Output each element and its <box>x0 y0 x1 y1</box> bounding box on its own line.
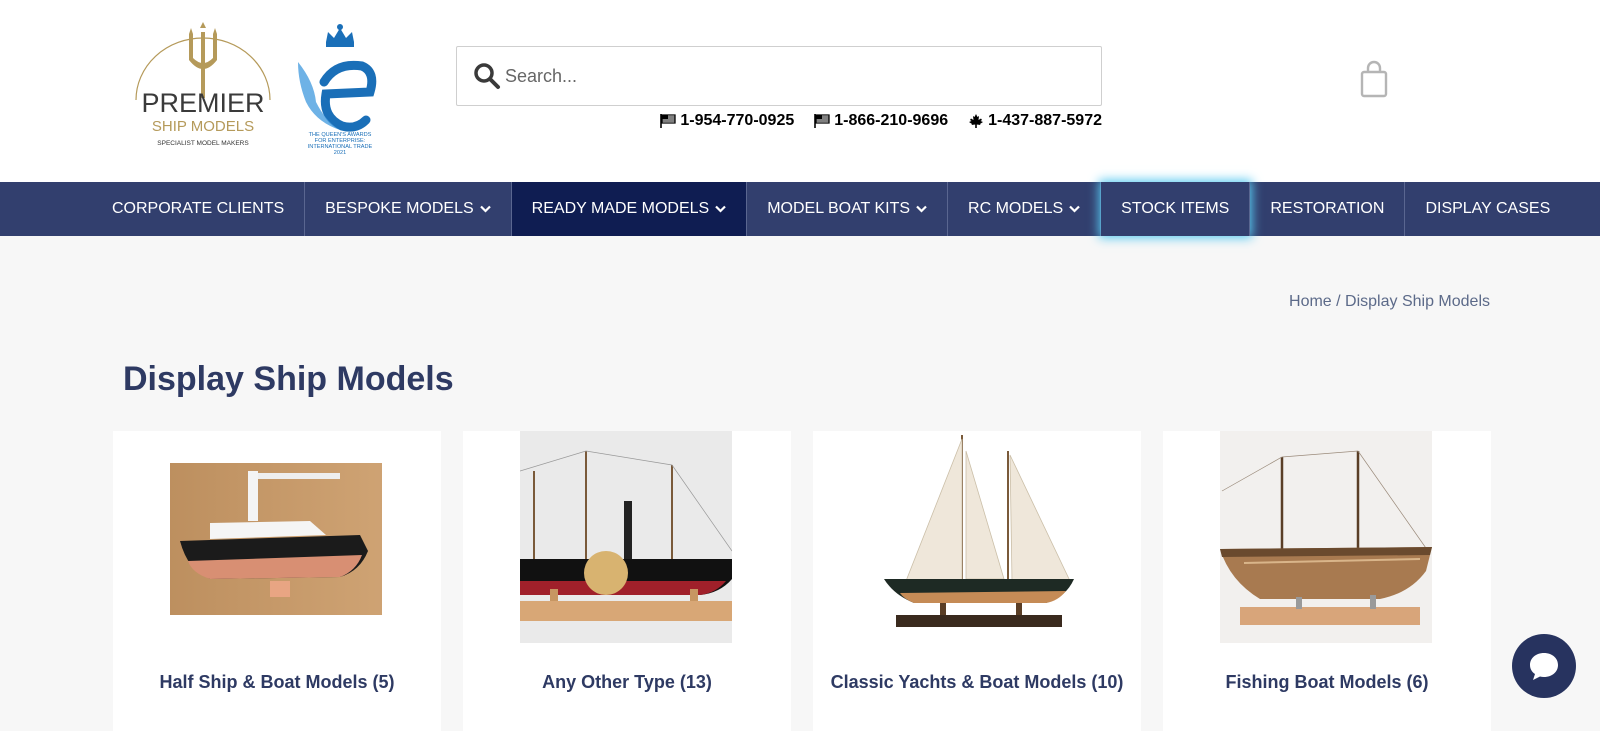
brand-tagline: SPECIALIST MODEL MAKERS <box>157 140 249 147</box>
nav-display-cases[interactable]: DISPLAY CASES <box>1405 182 1570 236</box>
chat-bubble-icon <box>1530 653 1558 680</box>
us-flag-icon <box>814 114 830 128</box>
nav-corporate-clients[interactable]: CORPORATE CLIENTS <box>92 182 306 236</box>
search-input[interactable] <box>505 59 1065 93</box>
chevron-down-icon <box>715 205 726 213</box>
chat-button[interactable] <box>1512 634 1576 698</box>
steamship-model-image[interactable] <box>520 431 732 643</box>
phone-number: 1-437-887-5972 <box>988 112 1102 129</box>
page-title: Display Ship Models <box>123 360 454 398</box>
chevron-down-icon <box>916 205 927 213</box>
breadcrumb-separator: / <box>1331 293 1346 310</box>
category-card[interactable]: Classic Yachts & Boat Models (10) <box>813 431 1141 731</box>
main-nav: CORPORATE CLIENTS BESPOKE MODELS READY M… <box>0 182 1600 236</box>
nav-bespoke-models[interactable]: BESPOKE MODELS <box>305 182 512 236</box>
nav-model-boat-kits[interactable]: MODEL BOAT KITS <box>747 182 949 236</box>
queens-award-logo: THE QUEEN'S AWARDS FOR ENTERPRISE: INTER… <box>298 24 377 156</box>
brand-line1: PREMIER <box>141 88 264 118</box>
category-grid: Half Ship & Boat Models (5) Any Other Ty… <box>113 431 1491 731</box>
site-header: PREMIER SHIP MODELS SPECIALIST MODEL MAK… <box>0 0 1600 182</box>
breadcrumb-current: Display Ship Models <box>1345 293 1490 310</box>
nav-stock-items[interactable]: STOCK ITEMS <box>1101 182 1251 236</box>
nav-label: MODEL BOAT KITS <box>767 200 911 217</box>
category-label[interactable]: Fishing Boat Models (6) <box>1173 669 1481 695</box>
half-ship-model-image[interactable] <box>170 431 382 643</box>
nav-rc-models[interactable]: RC MODELS <box>948 182 1102 236</box>
chevron-down-icon <box>1069 205 1080 213</box>
nav-label: RESTORATION <box>1270 200 1385 217</box>
category-label[interactable]: Classic Yachts & Boat Models (10) <box>823 669 1131 695</box>
search-box[interactable] <box>456 46 1102 106</box>
breadcrumb-home-link[interactable]: Home <box>1289 293 1332 310</box>
classic-yacht-model-image[interactable] <box>870 431 1082 643</box>
phone-us-1[interactable]: 1-954-770-0925 <box>660 110 794 132</box>
nav-label: STOCK ITEMS <box>1121 200 1230 217</box>
breadcrumb: Home / Display Ship Models <box>1289 293 1490 311</box>
category-label[interactable]: Any Other Type (13) <box>473 669 781 695</box>
nav-ready-made-models[interactable]: READY MADE MODELS <box>511 182 748 236</box>
chevron-down-icon <box>479 205 491 213</box>
nav-restoration[interactable]: RESTORATION <box>1250 182 1406 236</box>
award-year: 2021 <box>334 150 346 156</box>
nav-label: READY MADE MODELS <box>531 200 710 217</box>
nav-label: DISPLAY CASES <box>1425 200 1551 217</box>
phone-number: 1-866-210-9696 <box>834 112 949 129</box>
phone-ca[interactable]: 1-437-887-5972 <box>968 110 1102 132</box>
phone-us-2[interactable]: 1-866-210-9696 <box>814 110 948 132</box>
brand-line2: SHIP MODELS <box>152 118 254 135</box>
us-flag-icon <box>660 114 677 128</box>
category-label[interactable]: Half Ship & Boat Models (5) <box>123 669 431 695</box>
category-card[interactable]: Half Ship & Boat Models (5) <box>113 431 441 731</box>
fishing-boat-model-image[interactable] <box>1220 431 1432 643</box>
phone-numbers: 1-954-770-0925 1-866-210-9696 1-437-887-… <box>636 110 1102 132</box>
category-card[interactable]: Fishing Boat Models (6) <box>1163 431 1491 731</box>
nav-label: RC MODELS <box>968 200 1064 217</box>
premier-logo[interactable]: PREMIER SHIP MODELS SPECIALIST MODEL MAK… <box>128 22 278 150</box>
search-icon[interactable] <box>473 62 501 90</box>
shopping-bag-icon[interactable] <box>1360 60 1388 98</box>
nav-label: CORPORATE CLIENTS <box>112 200 285 217</box>
category-card[interactable]: Any Other Type (13) <box>463 431 791 731</box>
maple-leaf-icon <box>969 114 984 128</box>
phone-number: 1-954-770-0925 <box>680 112 795 129</box>
nav-label: BESPOKE MODELS <box>325 200 474 217</box>
